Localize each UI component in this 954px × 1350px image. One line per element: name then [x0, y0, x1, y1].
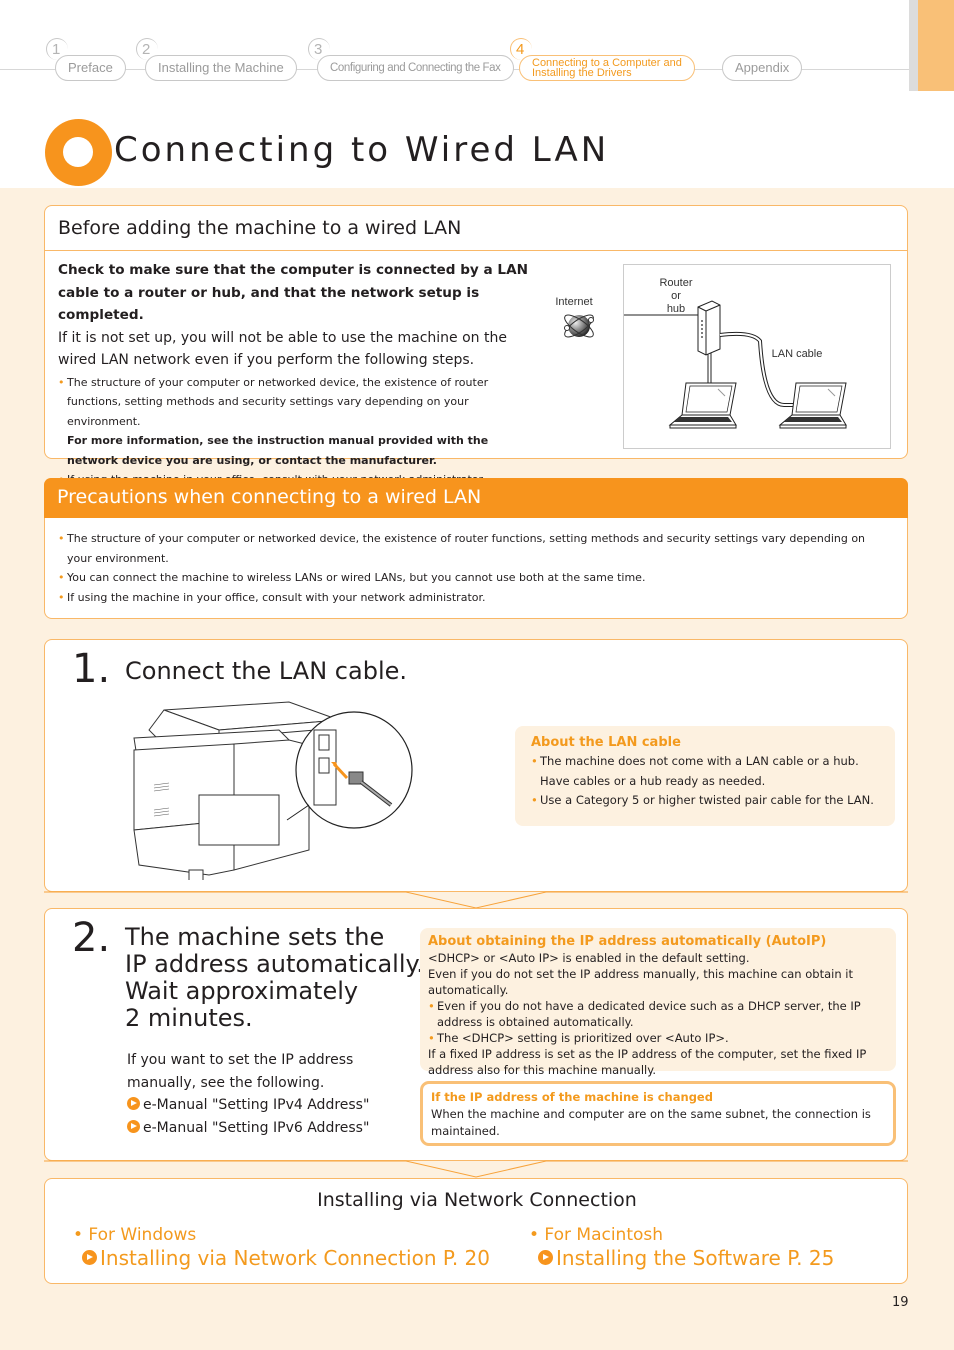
- arrow-right-circle-icon: [538, 1250, 553, 1265]
- arrow-right-circle-icon: [127, 1097, 140, 1110]
- laptop-left-icon: [668, 382, 737, 429]
- manual-ip-text: If you want to set the IP address manual…: [127, 1052, 354, 1091]
- step-number: 2.: [72, 915, 111, 961]
- step-title-line: 2 minutes.: [125, 1004, 253, 1032]
- step-1-section: 1. Connect the LAN cable. About the LAN …: [44, 639, 908, 892]
- step-title-line: Wait approximately: [125, 977, 359, 1005]
- bullet-bold-text: For more information, see the instructio…: [67, 434, 489, 467]
- nav-step-label: Installing the Machine: [145, 55, 297, 81]
- printer-illustration: [133, 701, 413, 880]
- ipv6-manual-link[interactable]: e-Manual "Setting IPv6 Address": [127, 1117, 417, 1140]
- before-body: Check to make sure that the computer is …: [58, 259, 533, 490]
- section-heading: Precautions when connecting to a wired L…: [44, 478, 908, 518]
- corner-tab-shadow: [909, 0, 918, 91]
- mac-column: • For Macintosh Installing the Software …: [529, 1225, 834, 1270]
- link-text: e-Manual "Setting IPv6 Address": [143, 1119, 370, 1136]
- page-title: Connecting to Wired LAN: [114, 130, 610, 170]
- step-title: Connect the LAN cable.: [125, 657, 407, 685]
- nav-step-fax[interactable]: 3 Configuring and Connecting the Fax: [308, 38, 514, 82]
- nav-step-appendix[interactable]: Appendix: [712, 38, 812, 82]
- lan-cable-label: LAN cable: [771, 348, 823, 360]
- list-item: You can connect the machine to wireless …: [58, 568, 888, 588]
- ipv4-manual-link[interactable]: e-Manual "Setting IPv4 Address": [127, 1094, 417, 1117]
- note-text: When the machine and computer are on the…: [431, 1107, 871, 1138]
- link-text: Installing the Software P. 25: [556, 1246, 835, 1270]
- mac-install-link[interactable]: Installing the Software P. 25: [529, 1246, 834, 1270]
- mac-label: • For Macintosh: [529, 1225, 664, 1245]
- link-text: e-Manual "Setting IPv4 Address": [143, 1097, 370, 1113]
- list-item: The machine does not come with a LAN cab…: [531, 752, 895, 791]
- list-item: Use a Category 5 or higher twisted pair …: [531, 791, 895, 811]
- chapter-tab: [918, 0, 954, 91]
- title-bullet-icon: [45, 119, 112, 186]
- router-label-line3: hub: [666, 303, 686, 315]
- step-title: The machine sets the IP address automati…: [125, 924, 424, 1032]
- step-connector-arrow: [44, 891, 908, 909]
- step-title-line: IP address automatically.: [125, 950, 424, 978]
- page-number: 19: [892, 1295, 909, 1310]
- nav-step-label: Appendix: [722, 55, 803, 81]
- windows-column: • For Windows Installing via Network Con…: [73, 1225, 490, 1270]
- nav-step-preface[interactable]: 1 Preface: [46, 38, 136, 82]
- note-title: If the IP address of the machine is chan…: [431, 1090, 713, 1104]
- router-label-line1: Router: [659, 277, 693, 289]
- note-text: If a fixed IP address is set as the IP a…: [428, 1047, 867, 1077]
- router-label: Router or hub: [651, 277, 701, 316]
- nav-step-connecting-computer[interactable]: 4 Connecting to a Computer and Installin…: [510, 38, 710, 82]
- cable-left: [707, 353, 712, 383]
- nav-step-installing-machine[interactable]: 2 Installing the Machine: [136, 38, 306, 82]
- list-item: Even if you do not have a dedicated devi…: [428, 998, 896, 1030]
- bullet-text: Have cables or a hub ready as needed.: [540, 773, 766, 788]
- link-text: Installing via Network Connection P. 20: [100, 1246, 490, 1270]
- section-heading: Before adding the machine to a wired LAN: [45, 206, 907, 251]
- internet-label: Internet: [555, 296, 593, 308]
- windows-label: • For Windows: [73, 1225, 197, 1245]
- ip-changed-note: If the IP address of the machine is chan…: [420, 1081, 896, 1146]
- precautions-section: Precautions when connecting to a wired L…: [44, 478, 908, 619]
- list-item: The structure of your computer or networ…: [58, 529, 888, 568]
- bold-intro: Check to make sure that the computer is …: [58, 262, 528, 323]
- lan-cable-note: About the LAN cable The machine does not…: [515, 726, 895, 826]
- nav-step-label: Connecting to a Computer and Installing …: [519, 55, 695, 81]
- list-item: The structure of your computer or networ…: [58, 373, 533, 471]
- bullet-text: The machine does not come with a LAN cab…: [540, 754, 859, 768]
- note-text: <DHCP> or <Auto IP> is enabled in the de…: [428, 951, 750, 965]
- nav-step-label: Configuring and Connecting the Fax: [317, 55, 514, 81]
- note-text: Even if you do not set the IP address ma…: [428, 967, 853, 997]
- router-icon: [697, 300, 721, 356]
- note-title: About obtaining the IP address automatic…: [428, 934, 827, 949]
- arrow-right-circle-icon: [127, 1119, 140, 1133]
- step-number: 1.: [72, 646, 111, 692]
- internet-globe-icon: [564, 314, 594, 338]
- manual-ip-instructions: If you want to set the IP address manual…: [127, 1049, 417, 1139]
- install-network-section: Installing via Network Connection • For …: [44, 1178, 908, 1284]
- note-title: About the LAN cable: [531, 735, 681, 750]
- intro-text: If it is not set up, you will not be abl…: [58, 329, 507, 369]
- autoip-note: About obtaining the IP address automatic…: [420, 928, 896, 1077]
- before-adding-section: Before adding the machine to a wired LAN…: [44, 205, 908, 489]
- step-2-section: 2. The machine sets the IP address autom…: [44, 908, 908, 1161]
- nav-step-label: Preface: [55, 55, 126, 81]
- step-connector-arrow: [44, 1160, 908, 1178]
- list-item: If using the machine in your office, con…: [58, 588, 888, 608]
- windows-install-link[interactable]: Installing via Network Connection P. 20: [73, 1246, 490, 1270]
- step-title-line: The machine sets the: [125, 923, 385, 951]
- arrow-right-circle-icon: [82, 1250, 97, 1265]
- list-item: The <DHCP> setting is prioritized over <…: [428, 1030, 896, 1046]
- section-heading: Installing via Network Connection: [317, 1189, 637, 1211]
- bullet-text: The structure of your computer or networ…: [67, 375, 489, 428]
- nav-step-label-line2: Installing the Drivers: [532, 67, 632, 79]
- router-label-line2: or: [671, 290, 681, 302]
